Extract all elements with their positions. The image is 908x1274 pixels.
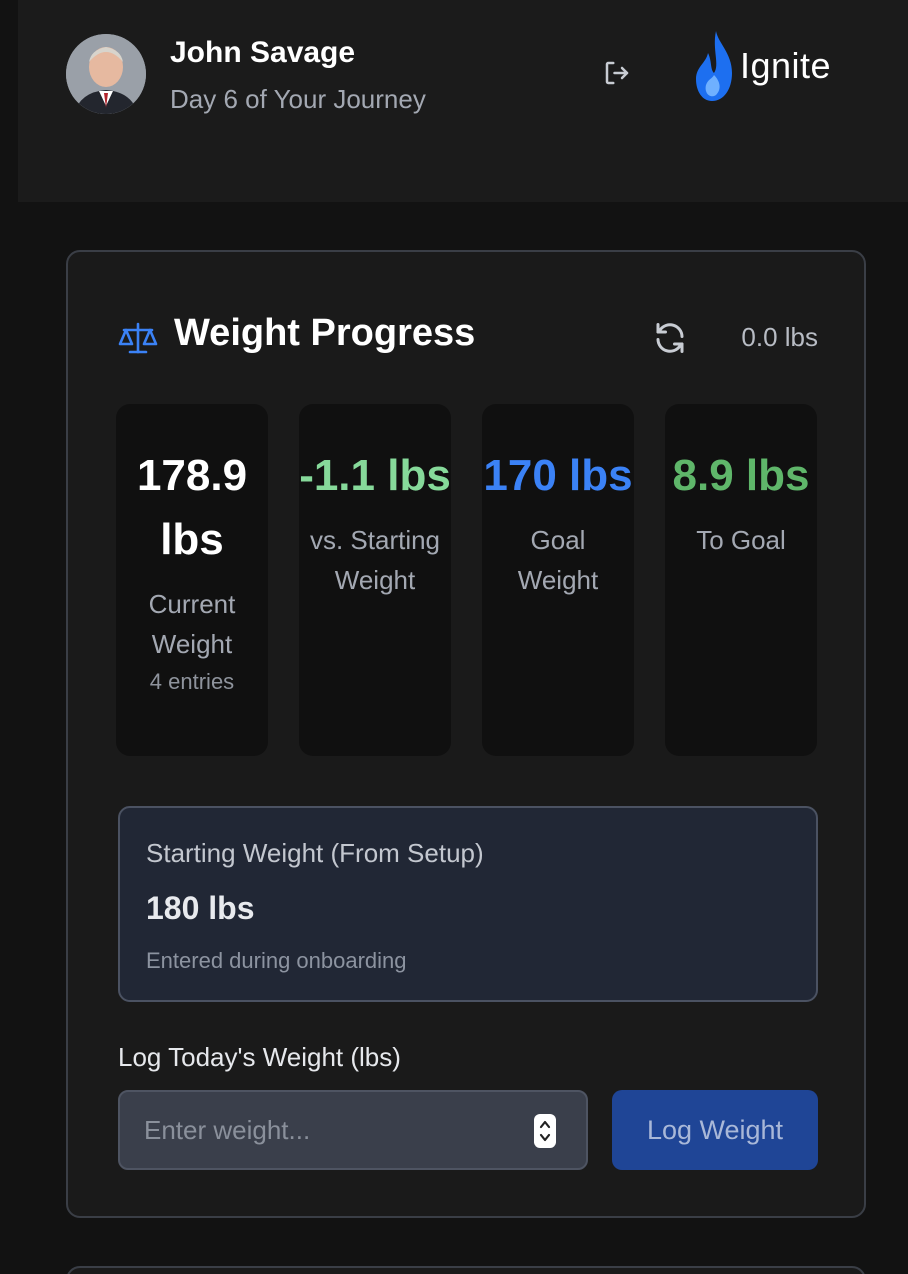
scale-icon xyxy=(118,322,158,354)
brand-name: Ignite xyxy=(740,45,832,86)
app-page: John Savage Day 6 of Your Journey Ignite xyxy=(0,0,908,1274)
stat-to-goal: 8.9 lbs To Goal xyxy=(665,404,817,756)
stat-label: To Goal xyxy=(696,525,786,555)
avatar xyxy=(66,34,146,114)
weight-change-badge: 0.0 lbs xyxy=(741,322,818,352)
logout-button[interactable] xyxy=(600,56,634,90)
next-card xyxy=(66,1266,866,1274)
starting-weight-box: Starting Weight (From Setup) 180 lbs Ent… xyxy=(118,806,818,1002)
stat-entries-count: 4 entries xyxy=(149,669,235,694)
number-stepper[interactable] xyxy=(534,1114,556,1148)
journey-day-subtitle: Day 6 of Your Journey xyxy=(170,84,426,114)
stat-label: vs. Starting Weight xyxy=(309,525,441,595)
starting-weight-value: 180 lbs xyxy=(146,890,255,926)
logout-icon xyxy=(605,61,629,85)
card-title: Weight Progress xyxy=(174,312,476,354)
log-weight-button[interactable]: Log Weight xyxy=(612,1090,818,1170)
stat-value: -1.1 lbs xyxy=(299,451,451,500)
stat-value: 170 lbs xyxy=(483,451,633,500)
stepper-arrows-icon xyxy=(539,1120,551,1142)
refresh-icon xyxy=(656,323,684,353)
header: John Savage Day 6 of Your Journey Ignite xyxy=(18,0,908,202)
stat-value: 8.9 lbs xyxy=(672,451,810,500)
stat-goal-weight: 170 lbs Goal Weight xyxy=(482,404,634,756)
log-weight-label: Log Today's Weight (lbs) xyxy=(118,1042,401,1072)
brand-logo: Ignite xyxy=(694,28,831,104)
stat-value: 178.9 lbs xyxy=(136,451,248,564)
starting-weight-note: Entered during onboarding xyxy=(146,948,407,973)
stat-vs-starting: -1.1 lbs vs. Starting Weight xyxy=(299,404,451,756)
flame-logo-icon xyxy=(696,31,732,101)
user-name: John Savage xyxy=(170,36,356,69)
stat-label: Goal Weight xyxy=(517,525,599,595)
stat-current-weight: 178.9 lbs Current Weight 4 entries xyxy=(116,404,268,756)
card-header: Weight Progress 0.0 lbs xyxy=(118,312,818,362)
weight-input[interactable] xyxy=(118,1090,588,1170)
weight-progress-card: Weight Progress 0.0 lbs 178.9 lbs Curren… xyxy=(66,250,866,1218)
refresh-button[interactable] xyxy=(652,320,688,356)
stat-label: Current Weight xyxy=(148,589,236,659)
starting-weight-label: Starting Weight (From Setup) xyxy=(146,838,484,868)
user-photo-avatar xyxy=(66,34,146,114)
